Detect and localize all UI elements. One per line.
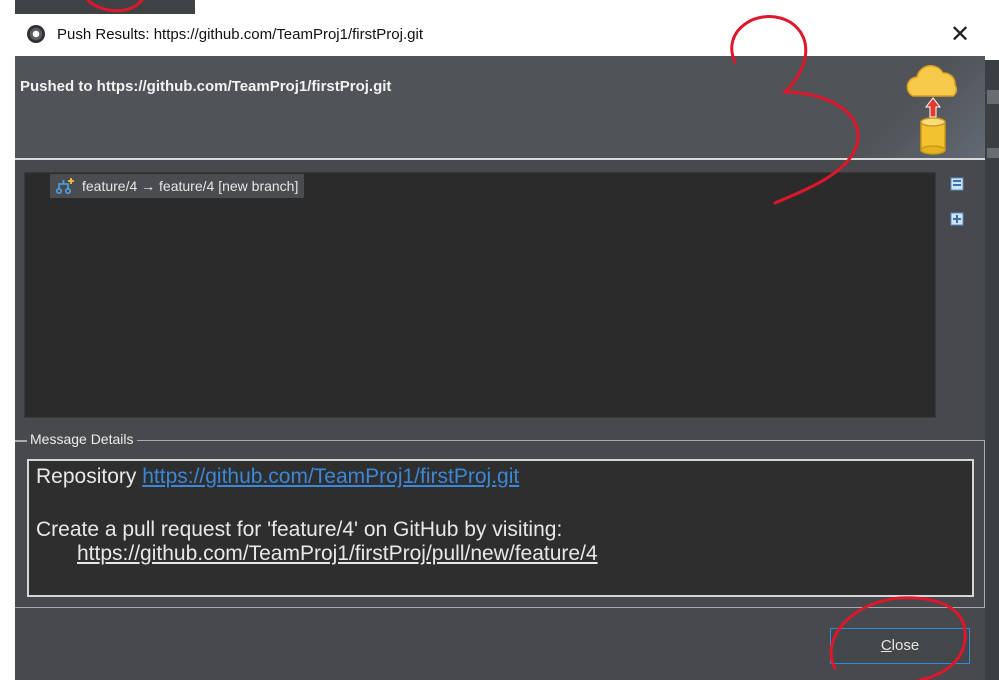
- window-title: Push Results: https://github.com/TeamPro…: [57, 26, 423, 43]
- push-results-tree[interactable]: feature/4 → feature/4 [new branch]: [24, 172, 936, 418]
- tree-item-ref-update[interactable]: feature/4 → feature/4 [new branch]: [50, 174, 305, 198]
- ref-update-label: feature/4 → feature/4 [new branch]: [82, 178, 299, 194]
- pull-request-text: Create a pull request for 'feature/4' on…: [36, 518, 563, 541]
- pull-request-link[interactable]: https://github.com/TeamProj1/firstProj/p…: [77, 542, 598, 566]
- expand-all-icon[interactable]: [950, 212, 964, 226]
- message-details-text[interactable]: Repository https://github.com/TeamProj1/…: [27, 459, 974, 597]
- close-button-mnemonic: C: [880, 637, 892, 654]
- background-scroll-tick: [987, 148, 999, 158]
- background-window-right: [985, 60, 999, 680]
- background-window-edge: [0, 0, 15, 680]
- push-results-dialog: Push Results: https://github.com/TeamPro…: [15, 14, 985, 680]
- group-border-dash: [15, 441, 27, 442]
- new-branch-icon: [55, 178, 74, 195]
- background-window-bar: [15, 0, 195, 14]
- window-close-icon[interactable]: ✕: [945, 20, 975, 50]
- eclipse-app-icon: [27, 25, 45, 43]
- close-button-label: lose: [891, 637, 920, 654]
- header-separator: [15, 158, 985, 160]
- dialog-heading: Pushed to https://github.com/TeamProj1/f…: [20, 78, 392, 95]
- repository-label: Repository: [36, 465, 143, 488]
- title-bar: Push Results: https://github.com/TeamPro…: [15, 14, 985, 56]
- repository-line: Repository https://github.com/TeamProj1/…: [36, 465, 519, 489]
- collapse-all-icon[interactable]: [950, 177, 964, 191]
- repository-link[interactable]: https://github.com/TeamProj1/firstProj.g…: [142, 465, 519, 488]
- background-scroll-tick: [987, 90, 999, 104]
- message-details-legend: Message Details: [27, 431, 137, 447]
- dialog-header: Pushed to https://github.com/TeamProj1/f…: [15, 56, 985, 158]
- close-button[interactable]: Close: [830, 628, 970, 664]
- cloud-push-icon: [906, 65, 958, 155]
